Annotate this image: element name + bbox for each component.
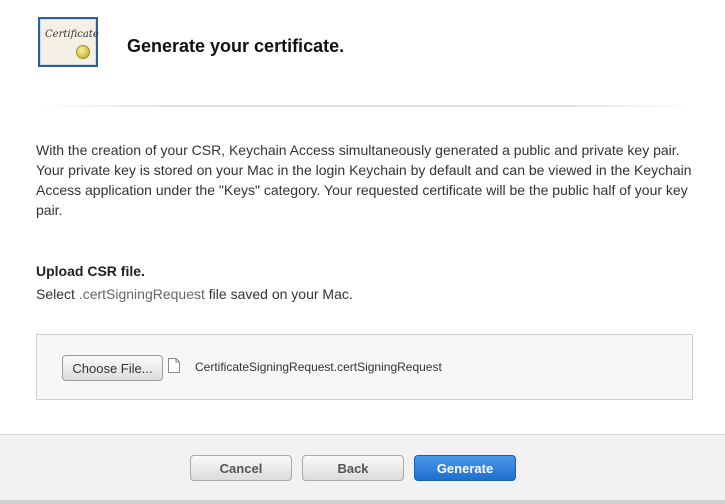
upload-description: Select .certSigningRequest file saved on… xyxy=(36,286,353,302)
bottom-border xyxy=(0,500,725,504)
certificate-icon-text: Certificate xyxy=(45,29,99,40)
document-icon xyxy=(168,358,180,373)
certificate-icon: Certificate xyxy=(38,17,99,67)
generate-button[interactable]: Generate xyxy=(414,455,516,481)
choose-file-button[interactable]: Choose File... xyxy=(62,355,163,381)
page-title: Generate your certificate. xyxy=(127,36,345,56)
back-button[interactable]: Back xyxy=(302,455,404,481)
upload-desc-suffix: file saved on your Mac. xyxy=(204,286,353,302)
seal-icon xyxy=(76,45,90,59)
page-header: Certificate Generate your certificate. xyxy=(0,0,725,100)
upload-title: Upload CSR file. xyxy=(36,263,145,279)
header-divider xyxy=(36,105,696,107)
upload-desc-prefix: Select xyxy=(36,286,79,302)
selected-file-name: CertificateSigningRequest.certSigningReq… xyxy=(195,360,442,374)
cancel-button[interactable]: Cancel xyxy=(190,455,292,481)
upload-desc-extension: .certSigningRequest xyxy=(78,286,205,302)
intro-text: With the creation of your CSR, Keychain … xyxy=(36,142,692,218)
